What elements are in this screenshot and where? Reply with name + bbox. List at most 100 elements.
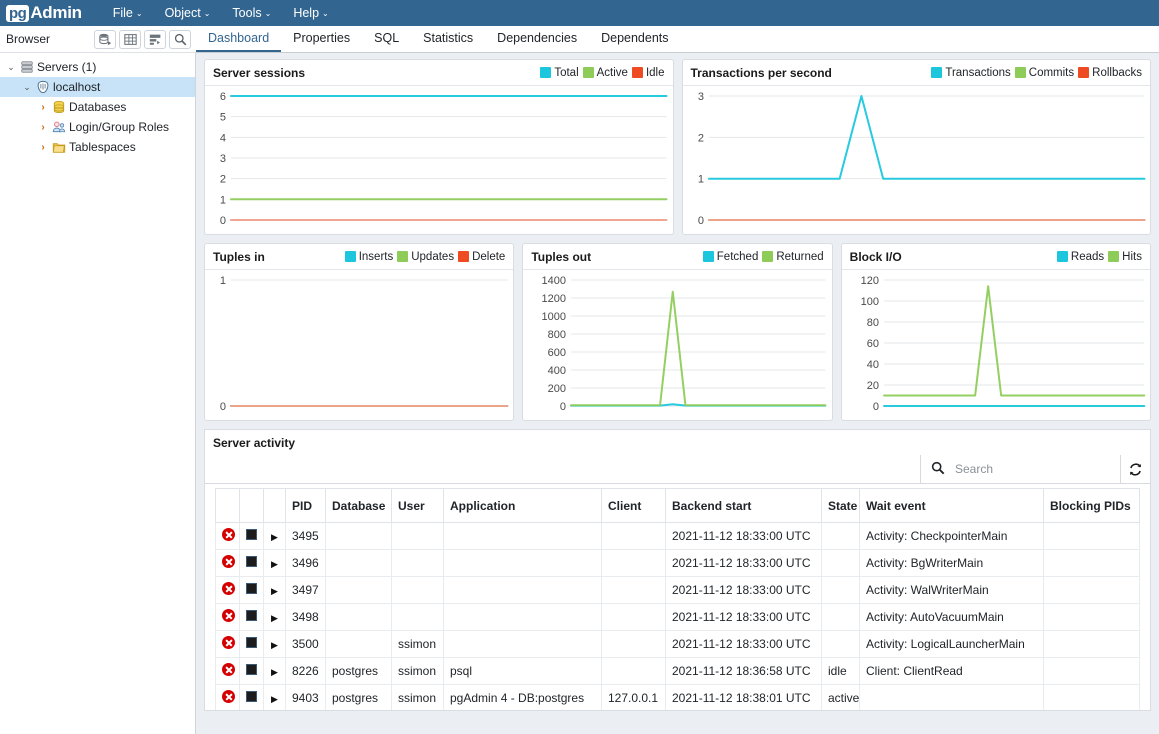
cancel-query-button[interactable]: [239, 630, 264, 658]
expand-row-button[interactable]: ▶: [263, 576, 286, 604]
cancel-query-button[interactable]: [239, 522, 264, 550]
terminate-session-button[interactable]: [215, 522, 240, 550]
svg-text:2: 2: [697, 132, 703, 144]
column-header-user[interactable]: User: [391, 488, 444, 523]
cancel-query-button[interactable]: [239, 684, 264, 710]
server-activity-tabs[interactable]: [205, 455, 920, 483]
chevron-down-icon[interactable]: ⌄: [20, 82, 34, 93]
legend-item-hits[interactable]: Hits: [1108, 251, 1142, 263]
refresh-button[interactable]: [1120, 455, 1150, 483]
column-header-pid[interactable]: PID: [285, 488, 326, 523]
legend-swatch: [631, 67, 643, 78]
expand-row-button[interactable]: ▶: [263, 603, 286, 631]
tree-node-login-group-roles[interactable]: › Login/Group Roles: [0, 117, 195, 137]
search-box[interactable]: [920, 455, 1120, 483]
chevron-right-icon[interactable]: ›: [36, 102, 50, 113]
expand-row-button[interactable]: ▶: [263, 522, 286, 550]
chevron-right-icon[interactable]: ›: [36, 142, 50, 153]
column-header-client[interactable]: Client: [601, 488, 666, 523]
table-row[interactable]: ▶ 3495 2021-11-12 18:33:00 UTC Activity: Ch…: [215, 522, 1140, 550]
expand-row-button[interactable]: ▶: [263, 630, 286, 658]
legend-item-delete[interactable]: Delete: [458, 251, 505, 263]
tab-dependents[interactable]: Dependents: [589, 27, 680, 52]
chart-card-server-sessions: Server sessions Total Active Idle 0 1 2 3 4 5 6: [204, 59, 674, 235]
expand-row-button[interactable]: ▶: [263, 549, 286, 577]
legend-label: Inserts: [358, 250, 394, 263]
terminate-session-button[interactable]: [215, 657, 240, 685]
tab-dashboard[interactable]: Dashboard: [196, 27, 282, 52]
legend-item-returned[interactable]: Returned: [762, 251, 824, 263]
terminate-session-button[interactable]: [215, 549, 240, 577]
cancel-query-button[interactable]: [239, 549, 264, 577]
tree-node-databases[interactable]: › Databases: [0, 97, 195, 117]
menu-help[interactable]: Help ⌄: [284, 3, 337, 23]
terminate-session-button[interactable]: [215, 603, 240, 631]
cell-state: [821, 522, 860, 550]
menu-file[interactable]: File ⌄: [104, 3, 152, 23]
column-header-backend-start[interactable]: Backend start: [665, 488, 822, 523]
terminate-session-button[interactable]: [215, 630, 240, 658]
tab-statistics[interactable]: Statistics: [411, 27, 485, 52]
legend-item-inserts[interactable]: Inserts: [344, 250, 394, 263]
filter-icon[interactable]: [144, 29, 166, 49]
tree-node-tablespaces[interactable]: › Tablespaces: [0, 137, 195, 157]
table-row[interactable]: ▶ 3500 ssimon 2021-11-12 18:33:00 UTC Activi…: [215, 630, 1140, 658]
legend-item-idle[interactable]: Idle: [631, 67, 665, 79]
column-header-blocking-pids[interactable]: Blocking PIDs: [1043, 488, 1140, 523]
table-row[interactable]: ▶ 3497 2021-11-12 18:33:00 UTC Activity: Wa…: [215, 576, 1140, 604]
add-server-icon[interactable]: [94, 29, 116, 49]
chart-title: Tuples out: [531, 249, 592, 264]
terminate-session-button[interactable]: [215, 684, 240, 710]
legend-item-commits[interactable]: Commits: [1014, 67, 1074, 79]
tab-sql[interactable]: SQL: [362, 27, 411, 52]
cell-wait-event: Activity: AutoVacuumMain: [859, 603, 1044, 631]
cancel-query-button[interactable]: [239, 657, 264, 685]
column-header-application[interactable]: Application: [443, 488, 602, 523]
tree-node-servers-1[interactable]: ⌄ Servers (1): [0, 57, 195, 77]
column-header-action-0[interactable]: [215, 488, 240, 523]
svg-text:1: 1: [220, 275, 226, 287]
tree-node-localhost[interactable]: ⌄ localhost: [0, 77, 195, 97]
object-tab-strip[interactable]: Dashboard Properties SQL Statistics Dependen…: [196, 26, 1159, 53]
legend-item-transactions[interactable]: Transactions: [931, 66, 1011, 79]
chevron-right-icon: ▶: [271, 532, 278, 542]
tab-properties[interactable]: Properties: [281, 27, 362, 52]
menu-tools[interactable]: Tools ⌄: [223, 3, 280, 23]
expand-row-button[interactable]: ▶: [263, 657, 286, 685]
expand-row-button[interactable]: ▶: [263, 684, 286, 710]
search-input[interactable]: [953, 461, 1093, 477]
column-header-action-2[interactable]: [263, 488, 286, 523]
legend-item-updates[interactable]: Updates: [397, 251, 454, 263]
cancel-query-button[interactable]: [239, 576, 264, 604]
column-header-wait-event[interactable]: Wait event: [859, 488, 1044, 523]
legend-item-reads[interactable]: Reads: [1056, 251, 1104, 263]
legend-item-active[interactable]: Active: [582, 67, 628, 79]
table-row[interactable]: ▶ 8226 postgres ssimon psql 2021-11-12 18:36:…: [215, 657, 1140, 685]
chevron-down-icon[interactable]: ⌄: [4, 62, 18, 73]
chart-card-block-io: Block I/O Reads Hits 0 20 40 60 80 100 120: [840, 243, 1151, 421]
table-row[interactable]: ▶ 3496 2021-11-12 18:33:00 UTC Activity: Bg…: [215, 549, 1140, 577]
chevron-right-icon[interactable]: ›: [36, 122, 50, 133]
menu-object[interactable]: Object ⌄: [156, 3, 220, 23]
legend-item-fetched[interactable]: Fetched: [702, 251, 758, 263]
cell-application: psql: [443, 657, 602, 685]
column-header-state[interactable]: State: [821, 488, 860, 523]
table-row[interactable]: ▶ 3498 2021-11-12 18:33:00 UTC Activity: Au…: [215, 603, 1140, 631]
column-header-action-1[interactable]: [239, 488, 264, 523]
legend-item-total[interactable]: Total: [540, 67, 579, 79]
svg-text:80: 80: [866, 317, 878, 329]
legend-label: Transactions: [945, 66, 1011, 79]
cell-state: idle: [821, 657, 860, 685]
chevron-down-icon: ⌄: [322, 9, 329, 18]
search-icon[interactable]: [169, 29, 191, 49]
terminate-session-button[interactable]: [215, 576, 240, 604]
grid-view-icon[interactable]: [119, 29, 141, 49]
cancel-query-button[interactable]: [239, 603, 264, 631]
tab-dependencies[interactable]: Dependencies: [485, 27, 589, 52]
cell-client: [601, 576, 666, 604]
browser-tree[interactable]: ⌄ Servers (1) ⌄ localhost › Databases › Login/G…: [0, 53, 196, 734]
cell-application: pgAdmin 4 - DB:postgres: [443, 684, 602, 710]
legend-item-rollbacks[interactable]: Rollbacks: [1078, 67, 1142, 79]
table-row[interactable]: ▶ 9403 postgres ssimon pgAdmin 4 - DB:postgr…: [215, 684, 1140, 710]
column-header-database[interactable]: Database: [325, 488, 392, 523]
